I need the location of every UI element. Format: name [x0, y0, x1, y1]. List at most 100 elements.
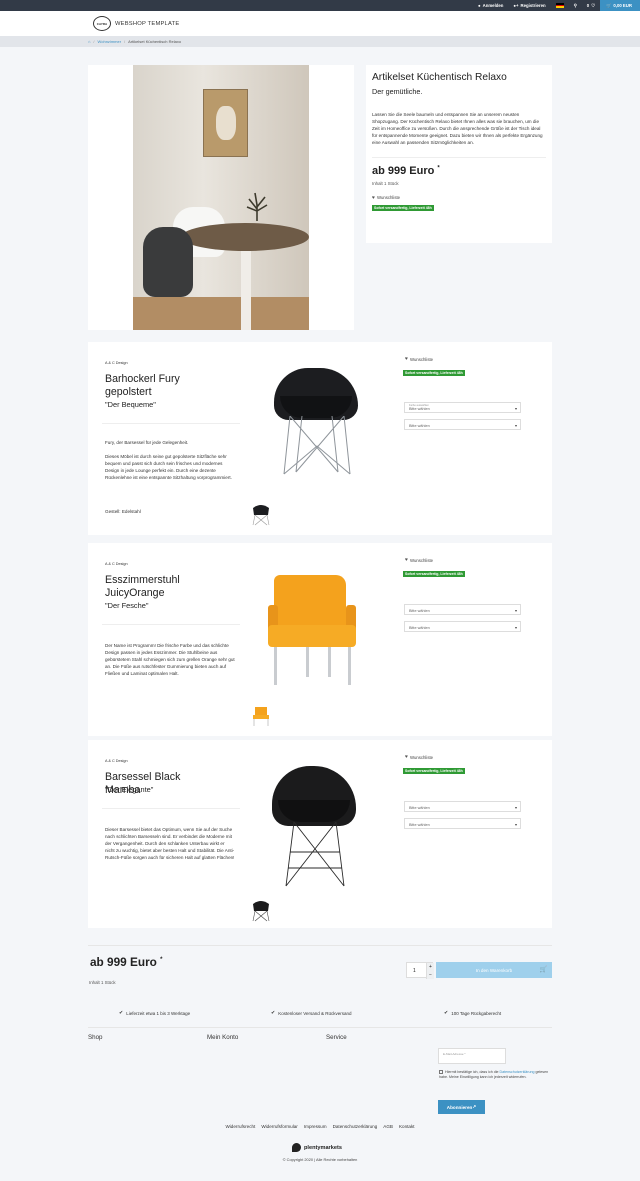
set-subtitle: Der gemütliche. — [372, 87, 423, 97]
check-icon: ✔ — [271, 1010, 276, 1016]
register-label: Registrieren — [520, 3, 546, 8]
product-slogan: "Der Fesche" — [105, 601, 149, 610]
breadcrumb-item-current: Artikelset Küchentisch Relaxo — [128, 39, 182, 44]
product-thumbnail[interactable] — [251, 900, 271, 922]
product-thumbnail[interactable] — [251, 504, 271, 526]
legal-link-widerrufsformular[interactable]: Widerrufsformular — [261, 1124, 298, 1129]
site-header: CAYRA WEBSHOP TEMPLATE — [0, 11, 640, 36]
availability-badge: Sofort versandfertig, Lieferzeit 48h — [403, 571, 465, 577]
total-content: Inhalt 1 Stück — [89, 980, 116, 985]
home-icon[interactable]: ⌂ — [88, 39, 90, 44]
heart-icon: ♥ — [405, 754, 408, 760]
product-slogan: "Der Elegante" — [105, 785, 154, 794]
quantity-value[interactable]: 1 — [413, 968, 416, 974]
product-brand: A & C Design — [105, 361, 128, 365]
wishlist-button[interactable]: ♥ Wunschliste — [405, 356, 433, 362]
variation-select-1[interactable]: Farbe auswählen Bitte wählen ▾ — [404, 402, 521, 413]
heart-icon: ♥ — [405, 557, 408, 563]
product-name[interactable]: Barhockerl Fury gepolstert — [105, 373, 215, 398]
quantity-minus-button[interactable]: − — [426, 971, 434, 979]
product-thumbnail[interactable] — [251, 705, 271, 727]
chevron-down-icon: ▾ — [514, 805, 517, 810]
product-card: A & C Design Esszimmerstuhl JuicyOrange … — [88, 543, 552, 736]
cart-icon: 🛒 — [606, 2, 612, 8]
product-card: A & C Design Barhockerl Fury gepolstert … — [88, 342, 552, 535]
set-price: ab 999 Euro * — [372, 164, 440, 177]
variation-select-2[interactable]: Bitte wählen ▾ — [404, 818, 521, 829]
usp-returns: ✔ 100 Tage Rückgaberecht — [444, 1010, 502, 1016]
legal-link-widerrufsrecht[interactable]: Widerrufsrecht — [225, 1124, 255, 1129]
chevron-down-icon: ▾ — [514, 608, 517, 613]
set-photo — [133, 65, 309, 330]
product-brand: A & C Design — [105, 759, 128, 763]
legal-link-agb[interactable]: AGB — [383, 1124, 393, 1129]
set-description: Lassen Sie die Seele baumeln und entspan… — [372, 112, 543, 145]
variation-select-1[interactable]: Bitte wählen ▾ — [404, 604, 521, 615]
wishlist-button[interactable]: ♥ Wunschliste — [405, 754, 433, 760]
product-card: A & C Design Barsessel Black Mamba "Der … — [88, 740, 552, 928]
subscribe-button[interactable]: Abonnieren ↗ — [438, 1100, 485, 1114]
top-bar: ● Anmelden ●+ Registrieren ⚲ 0 ♡ 🛒 0,00 … — [0, 0, 640, 11]
chevron-down-icon: ▾ — [514, 822, 517, 827]
user-icon: ● — [478, 3, 481, 8]
variation-select-1[interactable]: Bitte wählen ▾ — [404, 801, 521, 812]
register-link[interactable]: ●+ Registrieren — [508, 0, 550, 11]
heart-icon: ♥ — [372, 194, 375, 201]
shop-logo[interactable]: CAYRA WEBSHOP TEMPLATE — [93, 16, 179, 31]
availability-badge: Sofort versandfertig, Lieferzeit 48h — [372, 204, 434, 211]
product-image[interactable] — [274, 368, 364, 478]
language-selector[interactable] — [551, 0, 569, 11]
variation-select-2[interactable]: Bitte wählen ▾ — [404, 419, 521, 430]
plentymarkets-icon — [292, 1143, 301, 1152]
usp-shipping: ✔ Kostenloser Versand & Rückversand — [271, 1010, 352, 1016]
privacy-link[interactable]: Datenschutzerklärung — [500, 1070, 535, 1074]
search-icon: ⚲ — [573, 2, 577, 8]
breadcrumb-item-wohnzimmer[interactable]: Wohnzimmer — [98, 39, 122, 44]
product-frame: Gestell: Edelstahl — [105, 509, 141, 514]
availability-badge: Sofort versandfertig, Lieferzeit 48h — [403, 768, 465, 774]
send-icon: ↗ — [472, 1104, 477, 1109]
breadcrumb: ⌂ / Wohnzimmer / Artikelset Küchentisch … — [0, 36, 640, 47]
product-description: Der Name ist Programm! Die frische Farbe… — [105, 643, 235, 677]
availability-badge: Sofort versandfertig, Lieferzeit 48h — [403, 370, 465, 376]
footer-heading-shop: Shop — [88, 1034, 103, 1041]
wishlist-button[interactable]: ♥ Wunschliste — [372, 195, 546, 201]
footer-heading-service: Service — [326, 1034, 347, 1041]
grey-chair — [143, 227, 193, 297]
login-link[interactable]: ● Anmelden — [473, 0, 508, 11]
consent-checkbox[interactable] — [439, 1070, 443, 1075]
product-description: Dieser Barsessel bietet das Optimum, wen… — [105, 827, 235, 861]
login-label: Anmelden — [482, 3, 504, 8]
product-description: Fury, der Barsessel für jede Gelegenheit… — [105, 440, 189, 445]
add-to-cart-button[interactable]: In den Warenkorb 🛒 — [436, 962, 552, 978]
copyright: © Copyright 2020 | Alle Rechte vorbehalt… — [282, 1157, 358, 1162]
newsletter-consent: Hiermit bestätige ich, dass ich die Date… — [439, 1070, 549, 1080]
wishlist-button[interactable]: ♥ Wunschliste — [405, 557, 433, 563]
total-price: ab 999 Euro * — [90, 955, 163, 969]
wishlist-link[interactable]: 0 ♡ — [582, 0, 600, 11]
quantity-stepper[interactable]: 1 + − — [406, 962, 434, 979]
newsletter-email-field[interactable]: E-Mail-Adresse * — [438, 1048, 506, 1064]
variation-select-2[interactable]: Bitte wählen ▾ — [404, 621, 521, 632]
product-slogan: "Der Bequeme" — [105, 400, 156, 409]
footer-heading-account: Mein Konto — [207, 1034, 239, 1041]
german-flag-icon — [555, 3, 564, 9]
plant — [246, 192, 268, 221]
set-info-panel: Artikelset Küchentisch Relaxo Der gemütl… — [366, 65, 552, 243]
cart-button[interactable]: 🛒 0,00 EUR — [600, 0, 640, 11]
plentymarkets-logo[interactable]: plentymarkets — [292, 1143, 342, 1152]
check-icon: ✔ — [444, 1010, 449, 1016]
quantity-plus-button[interactable]: + — [426, 963, 434, 971]
chevron-down-icon: ▾ — [514, 406, 517, 411]
legal-link-datenschutz[interactable]: Datenschutzerklärung — [333, 1124, 378, 1129]
search-button[interactable]: ⚲ — [569, 0, 582, 11]
product-image[interactable] — [272, 766, 362, 887]
chevron-down-icon: ▾ — [514, 423, 517, 428]
product-name[interactable]: Esszimmerstuhl JuicyOrange — [105, 574, 215, 599]
legal-link-kontakt[interactable]: Kontakt — [399, 1124, 415, 1129]
legal-link-impressum[interactable]: Impressum — [304, 1124, 327, 1129]
product-image[interactable] — [268, 575, 358, 685]
heart-outline-icon: ♡ — [591, 2, 595, 8]
chevron-down-icon: ▾ — [514, 625, 517, 630]
product-brand: A & C Design — [105, 562, 128, 566]
